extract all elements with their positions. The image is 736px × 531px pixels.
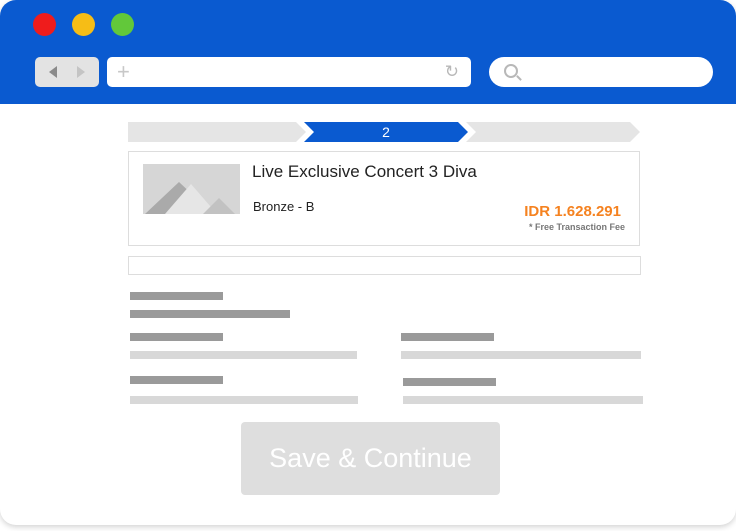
- step-2-label: 2: [382, 124, 390, 140]
- field-label-placeholder: [401, 333, 494, 341]
- reload-icon[interactable]: ↻: [445, 61, 459, 83]
- step-3[interactable]: [466, 122, 640, 142]
- minimize-window-button[interactable]: [72, 13, 95, 36]
- checkout-stepper: 2: [128, 122, 640, 142]
- input-field-placeholder[interactable]: [130, 351, 357, 359]
- new-tab-icon[interactable]: +: [117, 59, 130, 85]
- mountain-image-icon: [143, 164, 240, 214]
- field-label-placeholder: [403, 378, 496, 386]
- forward-arrow-icon[interactable]: [77, 66, 85, 78]
- browser-window: + ↻ 2 Live Exclusive Concert 3 Diva Bron…: [0, 0, 736, 525]
- form-label-placeholder: [130, 292, 223, 300]
- input-field-placeholder[interactable]: [403, 396, 643, 404]
- ticket-variant: Bronze - B: [253, 199, 315, 214]
- promo-field[interactable]: [128, 256, 641, 275]
- form-label-placeholder: [130, 310, 290, 318]
- field-label-placeholder: [130, 376, 223, 384]
- search-icon: [504, 64, 518, 78]
- save-continue-button[interactable]: Save & Continue: [241, 422, 500, 495]
- back-arrow-icon[interactable]: [49, 66, 57, 78]
- maximize-window-button[interactable]: [111, 13, 134, 36]
- event-image-placeholder: [143, 164, 240, 214]
- event-title: Live Exclusive Concert 3 Diva: [252, 162, 477, 181]
- close-window-button[interactable]: [33, 13, 56, 36]
- nav-buttons: [35, 57, 99, 87]
- order-summary-card: Live Exclusive Concert 3 Diva Bronze - B…: [128, 151, 640, 246]
- search-input[interactable]: [489, 57, 713, 87]
- browser-titlebar: + ↻: [0, 0, 736, 104]
- field-label-placeholder: [130, 333, 223, 341]
- step-1[interactable]: [128, 122, 306, 142]
- address-bar[interactable]: + ↻: [107, 57, 471, 87]
- ticket-price: IDR 1.628.291: [524, 203, 621, 220]
- transaction-fee-note: * Free Transaction Fee: [528, 222, 625, 232]
- input-field-placeholder[interactable]: [130, 396, 358, 404]
- input-field-placeholder[interactable]: [401, 351, 641, 359]
